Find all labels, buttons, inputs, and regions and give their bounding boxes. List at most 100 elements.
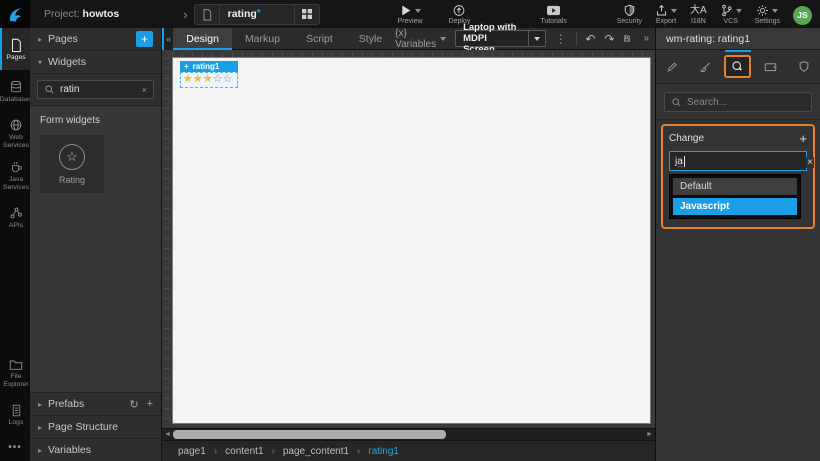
tab-properties[interactable] bbox=[656, 50, 689, 83]
export-label: Export bbox=[655, 17, 677, 25]
tab-security[interactable] bbox=[787, 50, 820, 83]
design-toolbar: « Design Markup Script Style {x} Variabl… bbox=[162, 22, 655, 55]
breadcrumb-page1[interactable]: page1 bbox=[178, 446, 206, 457]
events-icon bbox=[724, 55, 752, 78]
shield-icon bbox=[791, 55, 817, 78]
option-default[interactable]: Default bbox=[673, 178, 797, 195]
export-button[interactable]: Export bbox=[655, 4, 678, 25]
tab-events[interactable] bbox=[722, 50, 755, 83]
variables-dropdown[interactable]: {x} Variables bbox=[395, 28, 447, 50]
widget-selection-tag[interactable]: + rating1 bbox=[180, 61, 238, 72]
collapse-left-panel-button[interactable]: « bbox=[162, 27, 174, 50]
preview-button[interactable]: Preview bbox=[398, 4, 423, 25]
sidebar-item-java-services[interactable]: Java Services bbox=[0, 154, 30, 196]
globe-icon bbox=[10, 119, 22, 131]
widget-search-input[interactable]: ratin × bbox=[37, 80, 154, 99]
settings-button[interactable]: Settings bbox=[755, 4, 780, 25]
widgets-panel-header[interactable]: ▾ Widgets bbox=[30, 51, 161, 74]
settings-label: Settings bbox=[754, 17, 780, 25]
variables-panel-header[interactable]: ▸ Variables bbox=[30, 438, 161, 461]
sidebar-item-apis[interactable]: APIs bbox=[0, 196, 30, 238]
star[interactable]: ★ bbox=[183, 73, 193, 85]
star[interactable]: ★ bbox=[203, 73, 213, 85]
collapsed-triangle-icon: ▸ bbox=[38, 445, 43, 455]
breadcrumb-content1[interactable]: content1 bbox=[225, 446, 263, 457]
rating-stars[interactable]: ★★★☆☆ bbox=[180, 72, 238, 88]
rail-label: APIs bbox=[8, 221, 24, 229]
scrollbar-track[interactable] bbox=[173, 430, 644, 439]
security-button[interactable]: Security bbox=[617, 4, 642, 25]
tab-design[interactable]: Design bbox=[173, 27, 232, 50]
user-avatar[interactable]: JS bbox=[793, 5, 812, 25]
change-event-header: Change + bbox=[669, 132, 807, 145]
add-page-button[interactable]: + bbox=[136, 31, 153, 47]
tab-styles[interactable] bbox=[689, 50, 722, 83]
vcs-chevron-icon[interactable] bbox=[735, 8, 742, 13]
right-panel-tabs bbox=[656, 50, 820, 84]
page-selector[interactable]: rating* bbox=[193, 3, 320, 25]
add-event-action-icon[interactable]: + bbox=[799, 132, 807, 145]
move-icon[interactable]: + bbox=[184, 62, 189, 71]
more-options-icon[interactable]: ⋮ bbox=[555, 32, 567, 46]
unsaved-marker: * bbox=[256, 8, 261, 19]
tab-markup[interactable]: Markup bbox=[232, 28, 293, 50]
star[interactable]: ★ bbox=[193, 73, 203, 85]
star[interactable]: ☆ bbox=[223, 73, 233, 85]
rating-widget-tile[interactable]: ☆ Rating bbox=[40, 135, 104, 193]
export-chevron-icon[interactable] bbox=[671, 8, 678, 13]
tutorials-button[interactable]: Tutorials bbox=[540, 4, 567, 25]
expand-right-panel-button[interactable]: » bbox=[640, 33, 652, 44]
horizontal-scrollbar[interactable]: ◄ ► bbox=[162, 428, 655, 440]
preview-chevron-icon[interactable] bbox=[415, 8, 422, 13]
design-canvas[interactable]: + rating1 ★★★☆☆ bbox=[172, 57, 651, 424]
star[interactable]: ☆ bbox=[213, 73, 223, 85]
sidebar-item-pages[interactable]: Pages bbox=[0, 28, 30, 70]
close-suggestions-icon[interactable]: × bbox=[806, 157, 814, 168]
tab-mobile[interactable] bbox=[754, 50, 787, 83]
i18n-button[interactable]: 大A I18N bbox=[690, 4, 707, 25]
undo-button[interactable]: ↶ bbox=[585, 33, 595, 45]
rating1-widget[interactable]: + rating1 ★★★☆☆ bbox=[180, 61, 238, 88]
save-button[interactable] bbox=[623, 32, 631, 45]
scroll-left-icon[interactable]: ◄ bbox=[162, 431, 173, 438]
security-shield-icon bbox=[624, 4, 635, 16]
mobile-device-icon bbox=[757, 56, 784, 78]
redo-button[interactable]: ↷ bbox=[604, 33, 614, 45]
events-search-input[interactable]: Search... bbox=[664, 92, 812, 112]
settings-chevron-icon[interactable] bbox=[772, 8, 779, 13]
sidebar-item-file-explorer[interactable]: File Explorer bbox=[0, 352, 30, 394]
clear-search-icon[interactable]: × bbox=[142, 85, 147, 95]
pages-icon bbox=[11, 38, 21, 52]
breadcrumb-rating1[interactable]: rating1 bbox=[368, 446, 399, 457]
page-structure-panel-header[interactable]: ▸ Page Structure bbox=[30, 415, 161, 438]
settings-gear-icon bbox=[757, 4, 769, 16]
database-icon bbox=[11, 80, 21, 92]
wavemaker-logo[interactable] bbox=[0, 0, 30, 28]
scroll-right-icon[interactable]: ► bbox=[644, 431, 655, 438]
scrollbar-thumb[interactable] bbox=[173, 430, 447, 439]
tab-script[interactable]: Script bbox=[293, 28, 346, 50]
page-doc-icon bbox=[195, 4, 220, 24]
option-javascript[interactable]: Javascript bbox=[673, 198, 797, 215]
change-event-input[interactable]: ja bbox=[669, 151, 807, 171]
device-selector[interactable]: Laptop with MDPI Screen bbox=[455, 22, 546, 55]
rail-more-button[interactable]: ••• bbox=[0, 436, 30, 461]
pages-panel-header[interactable]: ▸ Pages + bbox=[30, 28, 161, 51]
prefabs-panel-header[interactable]: ▸ Prefabs ↻ + bbox=[30, 392, 161, 415]
sidebar-item-web-services[interactable]: Web Services bbox=[0, 112, 30, 154]
right-panel-title: wm-rating: rating1 bbox=[656, 28, 820, 50]
play-icon bbox=[402, 5, 411, 15]
breadcrumb-page-content1[interactable]: page_content1 bbox=[283, 446, 349, 457]
refresh-prefabs-icon[interactable]: ↻ bbox=[129, 398, 138, 411]
add-prefab-icon[interactable]: + bbox=[147, 398, 153, 411]
tutorials-icon bbox=[547, 5, 561, 15]
vcs-button[interactable]: VCS bbox=[720, 4, 742, 25]
page-name: rating* bbox=[227, 8, 261, 20]
sidebar-item-logs[interactable]: Logs bbox=[0, 394, 30, 436]
pencil-icon bbox=[659, 56, 685, 78]
sidebar-item-databases[interactable]: Databases bbox=[0, 70, 32, 112]
rail-label: Logs bbox=[8, 419, 24, 427]
page-structure-panel-label: Page Structure bbox=[48, 421, 119, 433]
pages-grid-icon[interactable] bbox=[293, 4, 319, 24]
tab-style[interactable]: Style bbox=[346, 28, 395, 50]
